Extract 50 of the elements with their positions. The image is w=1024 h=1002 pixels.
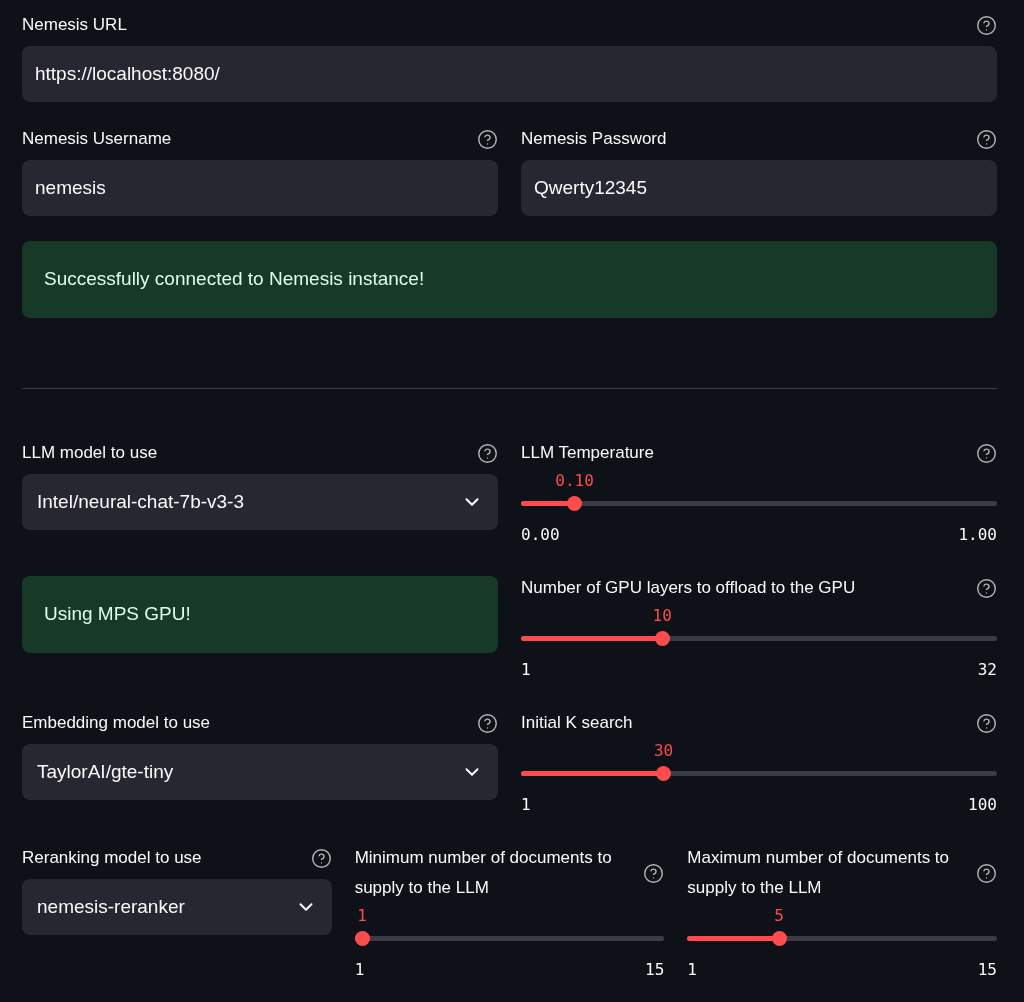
slider-label: Maximum number of documents to supply to the LLM — [687, 847, 951, 899]
slider-min: 0.00 — [521, 524, 560, 546]
help-icon[interactable] — [976, 862, 997, 884]
slider-value: 30 — [653, 740, 674, 762]
slider-max: 100 — [968, 794, 997, 816]
slider-min: 1 — [354, 959, 365, 981]
slider-max: 32 — [977, 659, 997, 681]
help-icon[interactable] — [976, 14, 997, 36]
slider-label: LLM Temperature — [521, 442, 654, 464]
field-label: LLM model to use — [22, 442, 158, 464]
text-input-field[interactable]: https://localhost:8080/ — [22, 46, 997, 102]
help-icon[interactable] — [477, 712, 498, 734]
slider-thumb[interactable] — [354, 931, 370, 946]
slider-thumb[interactable] — [656, 766, 672, 781]
help-icon[interactable] — [976, 577, 997, 599]
field-label: Nemesis URL — [22, 14, 127, 36]
text-input-field[interactable]: Qwerty12345 — [521, 160, 997, 216]
slider-min: 1 — [521, 794, 531, 816]
help-icon[interactable] — [477, 442, 498, 464]
help-icon[interactable] — [976, 712, 997, 734]
slider-value: 10 — [652, 605, 672, 627]
slider-max: 15 — [645, 959, 665, 981]
field-label: Reranking model to use — [22, 847, 202, 869]
text-input-field[interactable]: nemesis — [22, 160, 498, 216]
field-label: Nemesis Username — [22, 128, 172, 150]
slider-max: 15 — [977, 959, 997, 981]
slider-thumb[interactable] — [771, 931, 787, 946]
slider-min: 1 — [521, 659, 531, 681]
dropdown-select[interactable]: Intel/neural-chat-7b-v3-3 — [22, 474, 498, 530]
help-icon[interactable] — [310, 847, 332, 869]
slider-thumb[interactable] — [567, 496, 583, 511]
slider-thumb[interactable] — [654, 631, 670, 646]
success-alert: Successfully connected to Nemesis instance! — [22, 241, 997, 318]
slider-max: 1.00 — [958, 524, 997, 546]
slider-label: Minimum number of documents to supply to the LLM — [354, 847, 613, 899]
slider-label: Initial K search — [521, 712, 633, 734]
help-icon[interactable] — [477, 128, 498, 150]
help-icon[interactable] — [976, 128, 997, 150]
slider-value: 0.10 — [555, 470, 594, 492]
success-alert: Using MPS GPU! — [22, 576, 498, 653]
dropdown-select[interactable]: nemesis-reranker — [22, 879, 332, 935]
help-icon[interactable] — [976, 442, 997, 464]
help-icon[interactable] — [643, 862, 665, 884]
slider-value: 1 — [357, 905, 367, 927]
slider-label: Number of GPU layers to offload to the GPU — [521, 577, 856, 599]
field-label: Embedding model to use — [22, 712, 211, 734]
slider-min: 1 — [687, 959, 697, 981]
field-label: Nemesis Password — [521, 128, 667, 150]
slider-value: 5 — [774, 905, 784, 927]
dropdown-select[interactable]: TaylorAI/gte-tiny — [22, 744, 498, 800]
